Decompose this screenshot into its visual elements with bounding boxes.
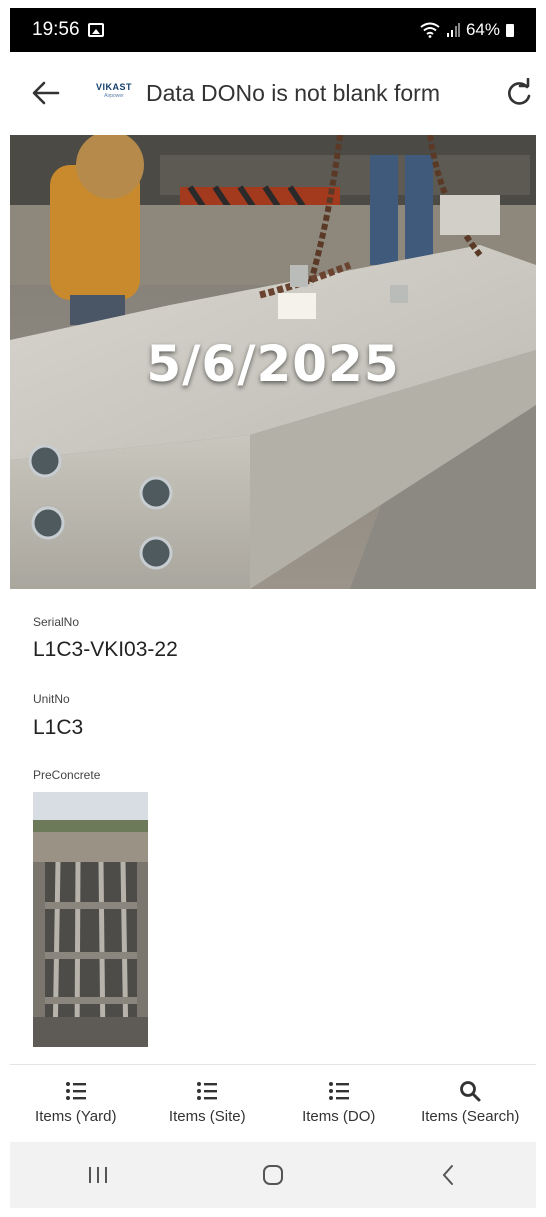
battery-icon — [506, 23, 514, 37]
serial-value: L1C3-VKI03-22 — [33, 638, 178, 661]
status-time: 19:56 — [32, 19, 80, 40]
battery-percent: 64% — [465, 20, 500, 39]
status-bar: 19:56 64% — [10, 8, 536, 52]
nav-label-yard: Items (Yard) — [35, 1108, 117, 1125]
home-button[interactable] — [243, 1155, 303, 1195]
list-icon — [65, 1082, 86, 1100]
status-right: 64% — [420, 20, 514, 40]
status-left: 19:56 — [32, 19, 104, 41]
nav-items-yard[interactable]: Items (Yard) — [11, 1066, 141, 1142]
back-button[interactable] — [418, 1155, 478, 1195]
gallery-icon — [87, 23, 104, 37]
home-icon — [262, 1165, 283, 1185]
logo-subtext: Airpower — [104, 93, 124, 99]
nav-label-site: Items (Site) — [168, 1108, 246, 1125]
unit-label: UnitNo — [33, 692, 70, 706]
preconcrete-label: PreConcrete — [33, 768, 101, 782]
signal-icon — [446, 23, 460, 37]
nav-items-do[interactable]: Items (DO) — [274, 1066, 404, 1142]
preconcrete-thumbnail[interactable] — [33, 792, 148, 1047]
refresh-icon[interactable] — [504, 78, 534, 108]
nav-items-site[interactable]: Items (Site) — [142, 1066, 272, 1142]
unit-value: L1C3 — [33, 716, 84, 739]
arrow-left-icon[interactable] — [30, 78, 62, 108]
photo-date-overlay: 5/6/2025 — [146, 335, 400, 393]
app-logo: VIKAST Airpower — [94, 82, 134, 104]
serial-label: SerialNo — [33, 615, 80, 629]
page-title: Data DONo is not blank form — [146, 80, 441, 106]
system-nav-bar — [10, 1142, 536, 1208]
nav-items-search[interactable]: Items (Search) — [405, 1066, 535, 1142]
nav-label-do: Items (DO) — [302, 1108, 376, 1125]
main-photo[interactable]: 5/6/2025 — [10, 135, 536, 589]
list-icon — [328, 1082, 349, 1100]
recent-apps-icon — [88, 1167, 107, 1183]
wifi-icon — [420, 22, 440, 38]
list-icon — [197, 1082, 218, 1100]
nav-label-search: Items (Search) — [421, 1108, 520, 1125]
chevron-left-icon — [442, 1165, 454, 1185]
divider — [10, 1064, 536, 1065]
preconcrete-scene — [33, 792, 148, 1047]
recent-apps-button[interactable] — [68, 1155, 128, 1195]
search-icon — [460, 1081, 481, 1102]
logo-text: VIKAST — [95, 82, 132, 92]
app-bar: VIKAST Airpower Data DONo is not blank f… — [10, 62, 536, 124]
bottom-nav: Items (Yard) Items (Site) Items (DO) Ite… — [10, 1066, 536, 1142]
